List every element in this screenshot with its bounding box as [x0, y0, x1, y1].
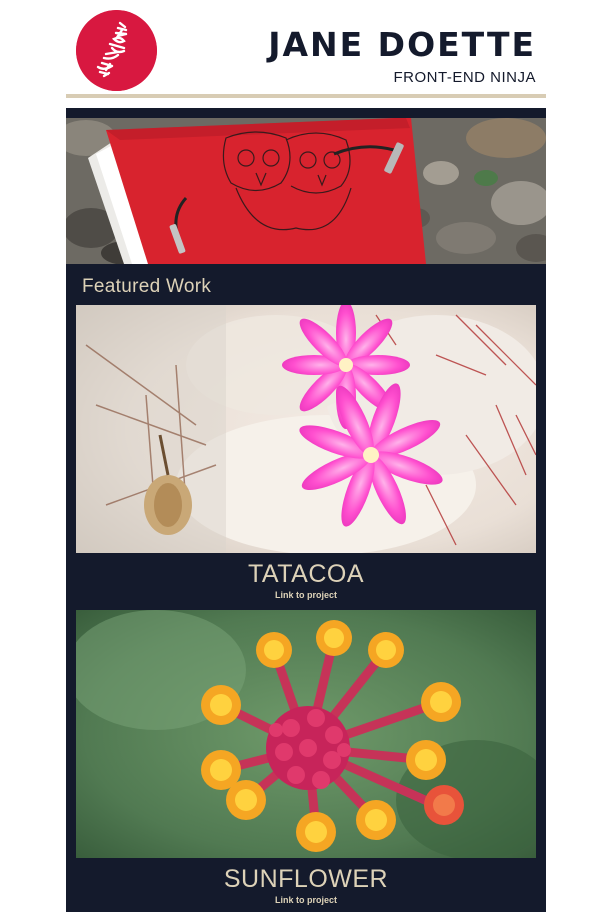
main-panel: Featured Work TATACOA Link to project SU…	[66, 108, 546, 912]
scribble-logo-icon[interactable]	[76, 10, 157, 91]
page: JANE DOETTE FRONT-END NINJA Featured Wor…	[0, 0, 615, 912]
site-header: JANE DOETTE FRONT-END NINJA	[66, 0, 546, 98]
project-link-tatacoa[interactable]: Link to project	[76, 589, 536, 601]
site-title: JANE DOETTE	[268, 25, 536, 64]
header-divider	[66, 94, 546, 98]
project-title-sunflower[interactable]: SUNFLOWER	[76, 864, 536, 894]
featured-work-heading: Featured Work	[82, 276, 212, 297]
project-card-sunflower: SUNFLOWER Link to project	[76, 610, 536, 906]
site-subtitle: FRONT-END NINJA	[393, 69, 536, 86]
project-link-sunflower[interactable]: Link to project	[76, 894, 536, 906]
project-image-tatacoa[interactable]	[76, 305, 536, 553]
hero-image	[66, 118, 546, 264]
project-card-tatacoa: TATACOA Link to project	[76, 305, 536, 601]
project-image-sunflower[interactable]	[76, 610, 536, 858]
project-title-tatacoa[interactable]: TATACOA	[76, 559, 536, 589]
